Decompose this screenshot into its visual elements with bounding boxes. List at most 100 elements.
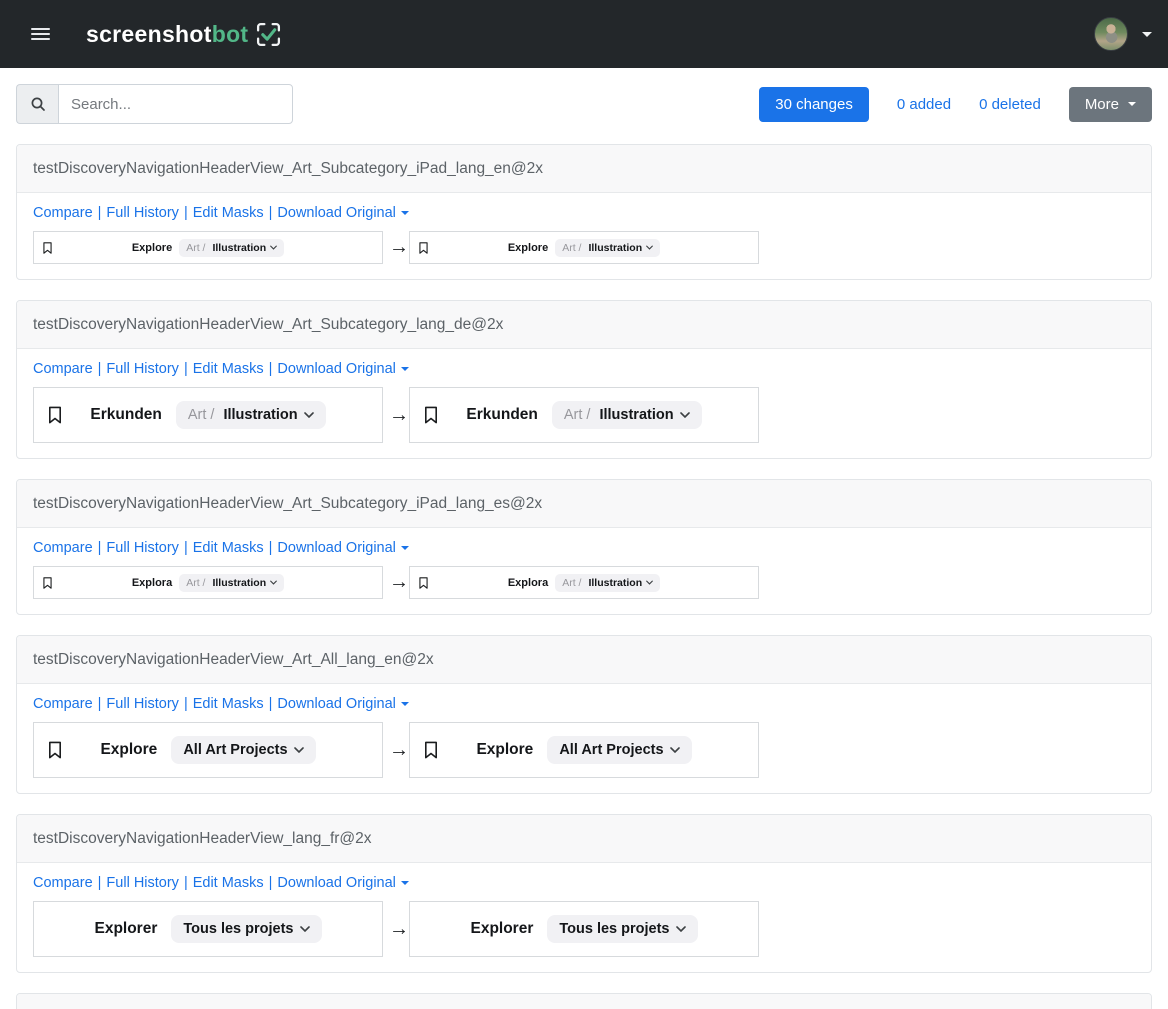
- card-action-links: Compare|Full History|Edit Masks|Download…: [33, 203, 1135, 224]
- report-toolbar: 30 changes 0 added 0 deleted More: [0, 68, 1168, 124]
- screenshot-thumbnail-after[interactable]: Erkunden Art /Illustration: [409, 387, 759, 443]
- screenshot-comparison: ErkundenArt /Illustration → ErkundenArt …: [33, 387, 1135, 443]
- more-button-label: More: [1085, 96, 1119, 113]
- bookmark-icon: [47, 405, 63, 425]
- bookmark-icon: [423, 405, 439, 425]
- nav-title: Explore: [100, 741, 157, 759]
- bookmark-icon: [423, 740, 439, 760]
- card-title: testDiscoveryNavigationHeaderView_Art_Su…: [17, 145, 1151, 193]
- compare-link[interactable]: Compare: [33, 205, 93, 221]
- search-input[interactable]: [58, 84, 293, 124]
- full-history-link[interactable]: Full History: [106, 540, 179, 556]
- compare-link[interactable]: Compare: [33, 696, 93, 712]
- report-card: testDiscoveryNavigationHeaderView_lang_f…: [16, 814, 1152, 973]
- screenshot-thumbnail-after[interactable]: Explore All Art Projects: [409, 722, 759, 778]
- compare-link[interactable]: Compare: [33, 875, 93, 891]
- full-history-link[interactable]: Full History: [106, 875, 179, 891]
- user-avatar: [1094, 17, 1128, 51]
- menu-hamburger-icon[interactable]: [20, 14, 60, 54]
- chevron-down-icon: [646, 580, 653, 585]
- card-title: testDiscoveryNavigationHeaderView_Art_Su…: [17, 480, 1151, 528]
- deleted-filter-link[interactable]: 0 deleted: [979, 96, 1041, 113]
- report-card: testDiscoveryNavigationHeaderView_Art_Su…: [16, 300, 1152, 459]
- report-card: testDiscoveryNavigationHeaderView_Art_Su…: [16, 144, 1152, 280]
- chevron-down-icon: [676, 926, 686, 932]
- chevron-down-icon: [294, 747, 304, 753]
- compare-link[interactable]: Compare: [33, 361, 93, 377]
- category-pill: All Art Projects: [547, 736, 691, 764]
- arrow-right-icon: →: [389, 571, 403, 594]
- more-dropdown-button[interactable]: More: [1069, 87, 1152, 122]
- category-pill: Art /Illustration: [179, 239, 284, 257]
- arrow-right-icon: →: [389, 739, 403, 762]
- chevron-down-icon: [300, 926, 310, 932]
- bookmark-icon: [47, 740, 63, 760]
- category-pill: Art /Illustration: [179, 574, 284, 592]
- changes-filter-button[interactable]: 30 changes: [759, 87, 869, 122]
- category-pill: Art /Illustration: [555, 574, 660, 592]
- screenshot-thumbnail-before[interactable]: Explore All Art Projects: [33, 722, 383, 778]
- chevron-down-icon: [401, 546, 409, 550]
- screenshot-thumbnail-before[interactable]: Explore Art /Illustration: [33, 231, 383, 264]
- edit-masks-link[interactable]: Edit Masks: [193, 540, 264, 556]
- category-pill: Tous les projets: [171, 915, 321, 943]
- card-action-links: Compare|Full History|Edit Masks|Download…: [33, 359, 1135, 380]
- full-history-link[interactable]: Full History: [106, 696, 179, 712]
- screenshot-thumbnail-before[interactable]: ExplorerTous les projets: [33, 901, 383, 957]
- chevron-down-icon: [1128, 102, 1136, 106]
- screenshot-comparison: Explora Art /Illustration → Explora Art /I…: [33, 566, 1135, 599]
- download-original-dropdown[interactable]: Download Original: [277, 540, 408, 556]
- screenshot-thumbnail-before[interactable]: Explora Art /Illustration: [33, 566, 383, 599]
- arrow-right-icon: →: [389, 236, 403, 259]
- category-pill: Art /Illustration: [176, 401, 326, 429]
- card-title: testDiscoveryNavigationHeaderView_lang_f…: [17, 815, 1151, 863]
- screenshot-thumbnail-after[interactable]: Explora Art /Illustration: [409, 566, 759, 599]
- edit-masks-link[interactable]: Edit Masks: [193, 361, 264, 377]
- chevron-down-icon: [270, 580, 277, 585]
- card-action-links: Compare|Full History|Edit Masks|Download…: [33, 538, 1135, 559]
- bookmark-icon: [42, 576, 53, 590]
- report-card: testDiscoveryNavigationHeaderView_Art_Al…: [16, 635, 1152, 794]
- edit-masks-link[interactable]: Edit Masks: [193, 696, 264, 712]
- download-original-dropdown[interactable]: Download Original: [277, 875, 408, 891]
- nav-title: Explore: [476, 741, 533, 759]
- brand-text-main: screenshot: [86, 21, 212, 48]
- category-pill: Art /Illustration: [552, 401, 702, 429]
- nav-title: Explore: [132, 242, 172, 254]
- chevron-down-icon: [646, 245, 653, 250]
- added-filter-link[interactable]: 0 added: [897, 96, 951, 113]
- brand-logo[interactable]: screenshotbot: [86, 21, 282, 48]
- card-title: testDiscoveryNavigationHeaderView_iPad_l…: [17, 994, 1151, 1009]
- bookmark-icon: [42, 241, 53, 255]
- screenshot-thumbnail-after[interactable]: ExploreArt /Illustration: [409, 231, 759, 264]
- arrow-right-icon: →: [389, 918, 403, 941]
- category-pill: All Art Projects: [171, 736, 315, 764]
- category-pill: Art /Illustration: [555, 239, 660, 257]
- search-group: [16, 84, 293, 124]
- nav-title: Explora: [132, 577, 172, 589]
- edit-masks-link[interactable]: Edit Masks: [193, 205, 264, 221]
- download-original-dropdown[interactable]: Download Original: [277, 205, 408, 221]
- compare-link[interactable]: Compare: [33, 540, 93, 556]
- edit-masks-link[interactable]: Edit Masks: [193, 875, 264, 891]
- card-action-links: Compare|Full History|Edit Masks|Download…: [33, 694, 1135, 715]
- card-title: testDiscoveryNavigationHeaderView_Art_Al…: [17, 636, 1151, 684]
- card-action-links: Compare|Full History|Edit Masks|Download…: [33, 873, 1135, 894]
- screenshot-comparison: ExploreArt /Illustration → ExploreArt /I…: [33, 231, 1135, 264]
- full-history-link[interactable]: Full History: [106, 361, 179, 377]
- changes-list: testDiscoveryNavigationHeaderView_Art_Su…: [0, 124, 1168, 1009]
- arrow-right-icon: →: [389, 404, 403, 427]
- bookmark-icon: [418, 241, 429, 255]
- account-menu[interactable]: [1094, 17, 1152, 51]
- brand-text-accent: bot: [212, 21, 249, 48]
- nav-title: Explora: [508, 577, 548, 589]
- download-original-dropdown[interactable]: Download Original: [277, 361, 408, 377]
- nav-title: Erkunden: [466, 406, 537, 424]
- screenshot-thumbnail-before[interactable]: ErkundenArt /Illustration: [33, 387, 383, 443]
- full-history-link[interactable]: Full History: [106, 205, 179, 221]
- screenshot-comparison: ExplorerTous les projets → ExplorerTous …: [33, 901, 1135, 957]
- chevron-down-icon: [401, 881, 409, 885]
- screenshot-thumbnail-after[interactable]: ExplorerTous les projets: [409, 901, 759, 957]
- chevron-down-icon: [1142, 32, 1152, 37]
- download-original-dropdown[interactable]: Download Original: [277, 696, 408, 712]
